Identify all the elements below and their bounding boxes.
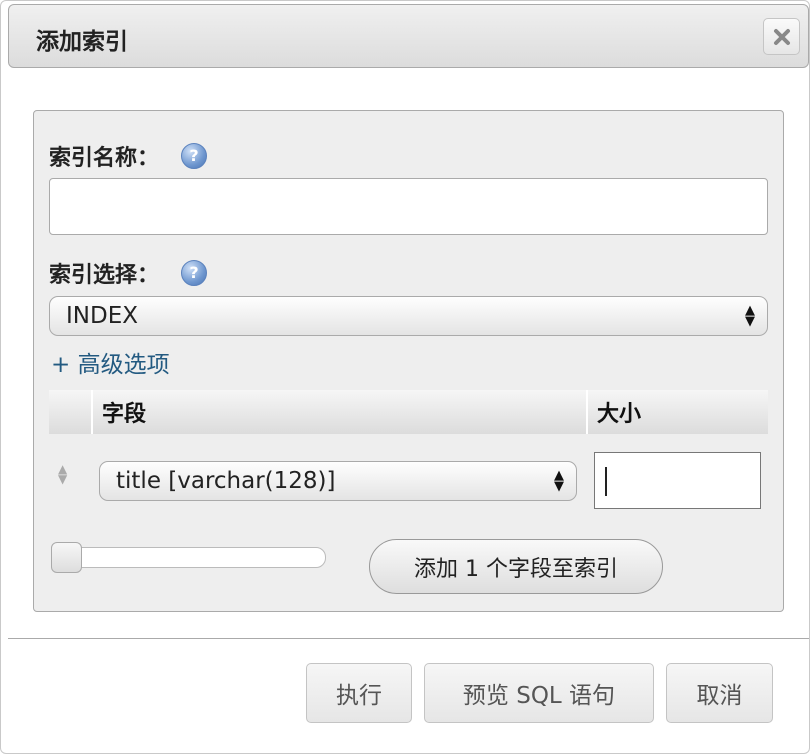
column-select-value: title [varchar(128)] — [116, 468, 336, 494]
column-select[interactable]: title [varchar(128)] ▲ ▼ — [99, 461, 577, 501]
column-count-slider-handle[interactable] — [51, 542, 82, 573]
dialog-titlebar: 添加索引 — [8, 4, 809, 68]
close-icon — [773, 28, 790, 45]
column-size-input[interactable] — [594, 452, 761, 509]
index-name-label-row: 索引名称： ? — [49, 140, 208, 172]
index-choice-select[interactable]: INDEX ▲ ▼ — [49, 296, 768, 336]
close-button[interactable] — [763, 18, 800, 55]
select-arrows-icon: ▲ ▼ — [745, 303, 755, 329]
execute-button[interactable]: 执行 — [306, 663, 412, 723]
column-header-field: 字段 — [91, 390, 586, 434]
preview-sql-button[interactable]: 预览 SQL 语句 — [424, 663, 654, 723]
text-cursor — [605, 467, 607, 496]
index-choice-value: INDEX — [66, 303, 138, 329]
drag-handle-icon[interactable]: ▲ ▼ — [58, 463, 67, 485]
add-column-button[interactable]: 添加 1 个字段至索引 — [369, 539, 663, 594]
column-count-slider-track[interactable] — [51, 547, 326, 568]
column-header-size: 大小 — [586, 390, 768, 434]
help-icon[interactable]: ? — [181, 260, 208, 286]
cancel-button[interactable]: 取消 — [666, 663, 773, 723]
index-choice-label: 索引选择： — [49, 263, 160, 288]
advanced-options-link[interactable]: + 高级选项 — [51, 345, 170, 379]
help-icon[interactable]: ? — [181, 143, 208, 169]
footer-divider — [8, 638, 809, 639]
select-arrows-icon: ▲ ▼ — [554, 468, 564, 494]
index-choice-label-row: 索引选择： ? — [49, 257, 208, 289]
index-name-input[interactable] — [49, 178, 768, 235]
add-index-dialog: 添加索引 索引名称： ? 索引选择： ? INDEX ▲ ▼ + 高级选项 字段 … — [0, 0, 810, 754]
columns-table-header: 字段 大小 — [49, 390, 768, 434]
dialog-title: 添加索引 — [36, 29, 128, 55]
index-name-label: 索引名称： — [49, 146, 160, 171]
